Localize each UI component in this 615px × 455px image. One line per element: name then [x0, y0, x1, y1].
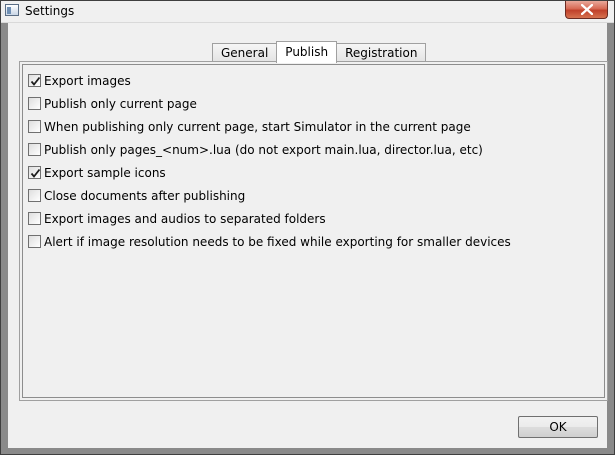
tab-registration[interactable]: Registration	[336, 43, 427, 62]
title-bar[interactable]: Settings	[1, 1, 614, 23]
checkbox[interactable]	[28, 212, 41, 225]
tab-general[interactable]: General	[212, 43, 278, 62]
option-label: Export images	[44, 73, 131, 88]
window-app-icon	[5, 4, 19, 16]
tab-bar: General Publish Registration	[212, 41, 427, 63]
settings-window: Settings General Publish Registration Ex…	[0, 0, 615, 455]
option-export-sample-icons[interactable]: Export sample icons	[28, 161, 511, 184]
close-button[interactable]	[565, 1, 608, 19]
option-publish-only-pages[interactable]: Publish only pages_<num>.lua (do not exp…	[28, 138, 511, 161]
publish-options-group: Export images Publish only current page …	[22, 64, 605, 398]
option-label: Export sample icons	[44, 165, 166, 180]
option-resolution-alert[interactable]: Alert if image resolution needs to be fi…	[28, 230, 511, 253]
option-close-documents[interactable]: Close documents after publishing	[28, 184, 511, 207]
checkmark-icon	[30, 76, 41, 86]
option-export-images[interactable]: Export images	[28, 69, 511, 92]
option-publish-current-page[interactable]: Publish only current page	[28, 92, 511, 115]
option-label: Close documents after publishing	[44, 188, 246, 203]
ok-button[interactable]: OK	[518, 416, 598, 438]
checkbox[interactable]	[28, 235, 41, 248]
option-label: Export images and audios to separated fo…	[44, 211, 326, 226]
option-label: When publishing only current page, start…	[44, 119, 471, 134]
option-start-simulator-current-page[interactable]: When publishing only current page, start…	[28, 115, 511, 138]
publish-options-list: Export images Publish only current page …	[28, 69, 511, 253]
dialog-body: General Publish Registration Export imag…	[8, 23, 608, 448]
window-title: Settings	[25, 4, 75, 18]
option-label: Alert if image resolution needs to be fi…	[44, 234, 511, 249]
option-label: Publish only current page	[44, 96, 197, 111]
checkbox[interactable]	[28, 166, 41, 179]
checkbox[interactable]	[28, 120, 41, 133]
checkbox[interactable]	[28, 97, 41, 110]
checkbox[interactable]	[28, 143, 41, 156]
option-separate-folders[interactable]: Export images and audios to separated fo…	[28, 207, 511, 230]
checkmark-icon	[30, 168, 41, 178]
tab-publish[interactable]: Publish	[276, 41, 338, 63]
option-label: Publish only pages_<num>.lua (do not exp…	[44, 142, 483, 157]
checkbox[interactable]	[28, 189, 41, 202]
close-icon	[581, 4, 593, 15]
publish-tab-panel: Export images Publish only current page …	[19, 61, 608, 401]
checkbox[interactable]	[28, 74, 41, 87]
